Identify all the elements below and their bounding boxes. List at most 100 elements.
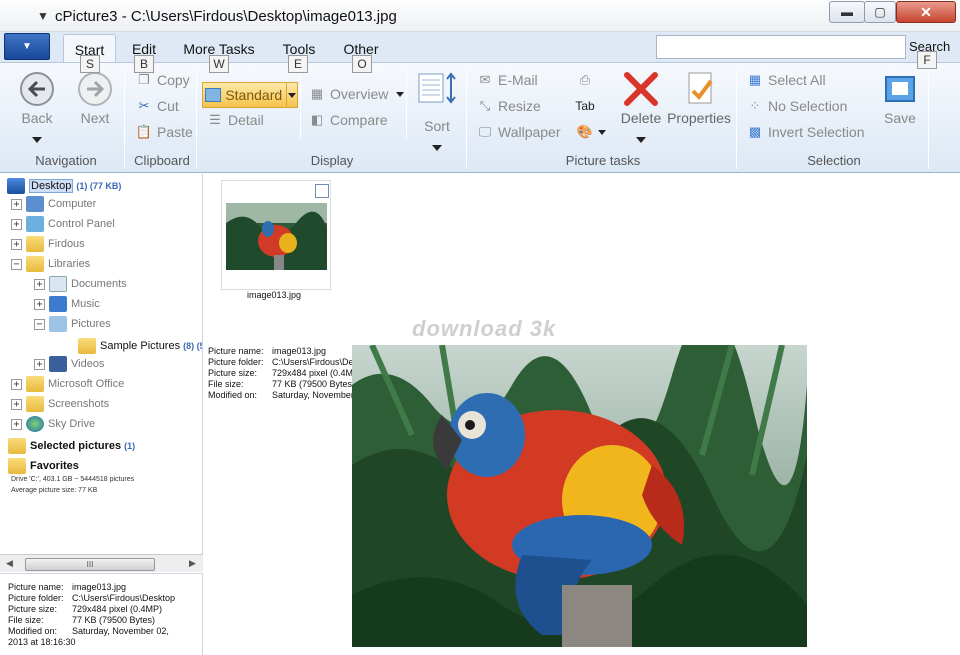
keytip-start: S <box>80 55 100 73</box>
scroll-right-icon[interactable]: ▶ <box>189 558 196 569</box>
back-button[interactable]: Back <box>14 71 60 146</box>
keytip-tools: E <box>288 55 308 73</box>
chevron-down-icon: ▼ <box>22 41 32 52</box>
compare-icon: ◧ <box>310 112 324 127</box>
email-button[interactable]: ✉ E-Mail <box>476 70 538 90</box>
overview-button[interactable]: ▦ Overview <box>308 84 405 104</box>
group-label-clipboard: Clipboard <box>134 153 190 168</box>
tree-item-microsoft-office[interactable]: + Microsoft Office <box>11 374 124 394</box>
detail-view-button[interactable]: ☰ Detail <box>206 110 264 130</box>
expand-icon[interactable]: + <box>34 358 45 370</box>
tree-item-firdous[interactable]: + Firdous <box>11 234 85 254</box>
tree-item-videos[interactable]: + Videos <box>34 354 104 374</box>
image-icon <box>205 88 222 102</box>
standard-label: Standard <box>225 87 283 103</box>
preview-name-value: image013.jpg <box>272 346 327 356</box>
chevron-down-icon <box>598 129 606 135</box>
sort-button[interactable]: Sort <box>416 71 458 154</box>
expand-icon[interactable]: + <box>11 238 22 250</box>
tree-item-sample-pictures[interactable]: Sample Pictures (8) (5 <box>78 336 202 356</box>
tree-item-desktop[interactable]: Desktop (1) (77 KB) <box>7 176 121 196</box>
expand-icon[interactable]: + <box>34 278 45 290</box>
invert-selection-label: Invert Selection <box>768 124 865 140</box>
print-button[interactable]: ⎙ <box>576 70 594 90</box>
ribbon-separator <box>466 69 467 169</box>
expand-icon[interactable]: + <box>11 418 22 430</box>
parrot-preview-image[interactable] <box>352 345 807 647</box>
minimize-button[interactable]: ▬ <box>829 1 865 23</box>
ribbon-separator <box>736 69 737 169</box>
tree-item-sky-drive[interactable]: + Sky Drive <box>11 414 95 434</box>
preview-name-label: Picture name: <box>208 346 264 356</box>
thumbnail-card[interactable] <box>221 180 331 290</box>
text-button[interactable]: Tab <box>575 96 594 116</box>
collapse-icon[interactable]: − <box>34 318 45 330</box>
invert-selection-icon: ▩ <box>748 124 762 139</box>
cut-button[interactable]: ✂ Cut <box>135 96 179 116</box>
chevron-down-icon <box>396 91 405 97</box>
tree-item-music[interactable]: + Music <box>34 294 100 314</box>
expand-icon[interactable]: + <box>11 398 22 410</box>
parrot-thumbnail-image[interactable] <box>226 203 327 270</box>
info-folder-value: C:\Users\Firdous\Desktop <box>72 593 176 603</box>
resize-icon: ⤡ <box>479 98 491 113</box>
tree-item-label: Favorites <box>30 460 79 472</box>
info-file-value: 77 KB (79500 Bytes) <box>72 615 156 625</box>
scissors-icon: ✂ <box>138 98 150 113</box>
tree-item-pictures[interactable]: − Pictures <box>34 314 111 334</box>
tree-item-computer[interactable]: + Computer <box>11 194 96 214</box>
collapse-icon[interactable]: − <box>11 258 22 270</box>
tree-item-libraries[interactable]: − Libraries <box>11 254 90 274</box>
thumbnail-checkbox[interactable] <box>315 184 329 198</box>
next-button[interactable]: Next <box>74 71 116 126</box>
resize-button[interactable]: ⤡ Resize <box>476 96 541 116</box>
info-modified-value-cont: 2013 at 18:16:30 <box>8 637 76 647</box>
sort-icon <box>418 72 456 104</box>
close-button[interactable]: ✕ <box>896 1 956 23</box>
maximize-button[interactable]: ▢ <box>864 1 896 23</box>
paste-button[interactable]: 📋 Paste <box>135 122 193 142</box>
next-label: Next <box>80 110 110 126</box>
expand-icon[interactable]: + <box>11 198 22 210</box>
properties-button[interactable]: Properties <box>666 71 732 126</box>
preview-modified-label: Modified on: <box>208 390 258 400</box>
wallpaper-button[interactable]: 🖵 Wallpaper <box>476 122 561 142</box>
ribbon-separator <box>124 69 125 169</box>
ribbon-separator <box>928 69 929 169</box>
tree-scrollbar[interactable]: ◀ III ▶ <box>0 554 203 572</box>
scroll-thumb[interactable]: III <box>25 558 155 571</box>
invert-selection-button[interactable]: ▩ Invert Selection <box>746 122 865 142</box>
tree-item-documents[interactable]: + Documents <box>34 274 127 294</box>
select-all-label: Select All <box>768 72 826 88</box>
expand-icon[interactable]: + <box>34 298 45 310</box>
standard-view-button[interactable]: Standard <box>202 82 298 108</box>
window-title: cPicture3 - C:\Users\Firdous\Desktop\ima… <box>55 8 397 25</box>
tree-item-label: Desktop <box>29 179 74 193</box>
tree-item-selected-pictures[interactable]: Selected pictures (1) <box>8 436 135 456</box>
chevron-down-icon[interactable] <box>286 83 297 107</box>
detail-label: Detail <box>228 112 264 128</box>
app-menu-icon[interactable]: ▼ <box>37 9 49 23</box>
select-all-button[interactable]: ▦ Select All <box>746 70 826 90</box>
application-menu-button[interactable]: ▼ <box>4 33 50 60</box>
paste-label: Paste <box>157 124 193 140</box>
expand-icon[interactable]: + <box>11 218 22 230</box>
picture-view: image013.jpg download 3k Picture name: i… <box>204 174 960 655</box>
no-selection-button[interactable]: ⁘ No Selection <box>746 96 848 116</box>
expand-icon[interactable]: + <box>11 378 22 390</box>
color-button[interactable]: 🎨 <box>576 122 606 142</box>
scroll-left-icon[interactable]: ◀ <box>6 558 13 569</box>
copy-button[interactable]: ❐ Copy <box>135 70 190 90</box>
preview-size-label: Picture size: <box>208 368 258 378</box>
tree-item-favorites[interactable]: Favorites <box>8 456 79 476</box>
compare-button[interactable]: ◧ Compare <box>308 110 388 130</box>
properties-icon <box>688 72 713 104</box>
tree-item-screenshots[interactable]: + Screenshots <box>11 394 109 414</box>
save-button[interactable]: Save <box>876 71 924 126</box>
forward-arrow-icon <box>78 72 112 106</box>
group-label-display: Display <box>310 153 354 168</box>
control-panel-icon <box>26 216 44 232</box>
search-input[interactable] <box>656 35 906 59</box>
delete-button[interactable]: Delete <box>618 71 664 146</box>
tree-item-control-panel[interactable]: + Control Panel <box>11 214 115 234</box>
